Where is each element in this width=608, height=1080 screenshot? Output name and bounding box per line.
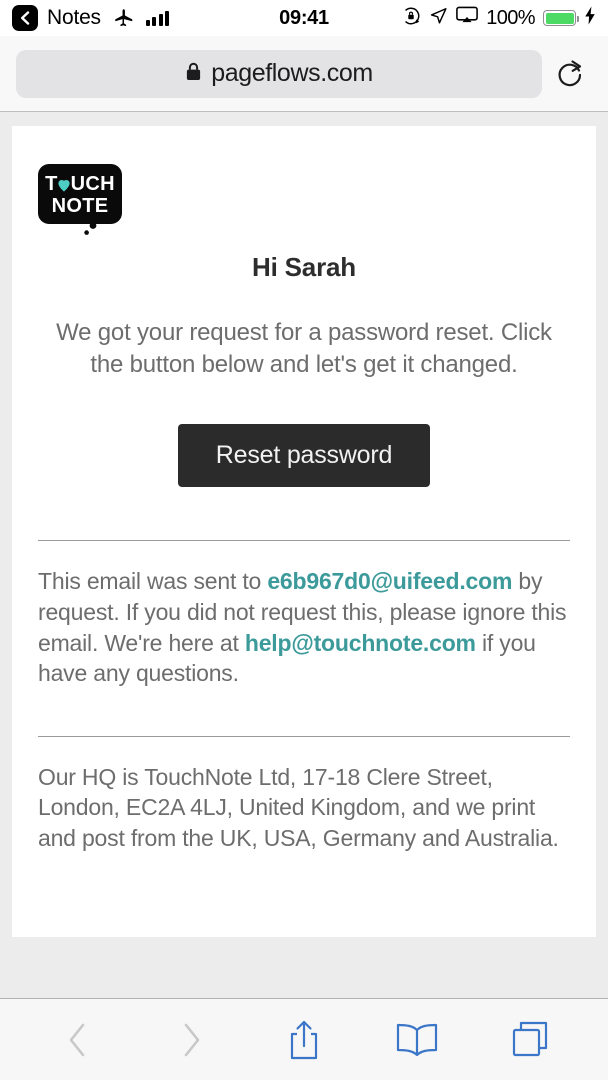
cellular-signal-icon (145, 10, 170, 26)
touchnote-logo: T UCH NOTE (38, 164, 122, 235)
notice-paragraph: This email was sent to e6b967d0@uifeed.c… (38, 566, 570, 688)
notice-text-1: This email was sent to (38, 568, 268, 595)
reload-icon[interactable] (548, 58, 592, 90)
logo-bubble: T UCH NOTE (38, 164, 122, 224)
logo-letter-t: T (45, 173, 58, 195)
address-paragraph: Our HQ is TouchNote Ltd, 17-18 Clere Str… (38, 763, 559, 851)
back-button[interactable] (22, 999, 135, 1080)
divider-bottom (38, 735, 570, 737)
divider-top (38, 540, 570, 542)
battery-percent: 100% (486, 6, 535, 29)
forward-button[interactable] (135, 999, 248, 1080)
rotation-lock-icon (401, 6, 421, 31)
web-page-viewport: T UCH NOTE Hi Sarah We got your request … (0, 112, 608, 998)
lightning-bolt-icon (584, 6, 596, 30)
email-card: T UCH NOTE Hi Sarah We got your request … (12, 126, 596, 937)
lead-paragraph: We got your request for a password reset… (56, 319, 552, 378)
logo-line-2: NOTE (51, 195, 109, 217)
status-bar-left: Notes (12, 5, 170, 31)
bookmarks-button[interactable] (360, 999, 473, 1080)
logo-line-1: T UCH (45, 174, 115, 194)
status-bar: Notes 09:41 100% (0, 0, 608, 36)
browser-bottom-toolbar (0, 998, 608, 1080)
heart-icon (58, 179, 70, 192)
lock-icon (185, 61, 202, 87)
back-chevron-icon[interactable] (12, 5, 38, 31)
logo-bubble-dots (84, 222, 112, 243)
address-bar[interactable]: pageflows.com (16, 49, 542, 98)
airplane-mode-icon (113, 7, 135, 29)
support-email-link[interactable]: help@touchnote.com (245, 630, 476, 656)
cta-container: Reset password (38, 424, 570, 488)
tabs-button[interactable] (473, 999, 586, 1080)
logo-letters-uch: UCH (70, 173, 115, 195)
back-app-label[interactable]: Notes (47, 6, 101, 30)
location-arrow-icon (429, 6, 448, 30)
browser-toolbar: pageflows.com (0, 36, 608, 112)
share-button[interactable] (248, 999, 361, 1080)
status-bar-right: 100% (401, 6, 596, 31)
screen-mirroring-icon (456, 6, 479, 30)
page-title: Hi Sarah (252, 252, 356, 282)
address-bar-url: pageflows.com (211, 59, 373, 87)
battery-full-icon (543, 10, 580, 26)
reset-password-button[interactable]: Reset password (177, 424, 431, 488)
recipient-email-link[interactable]: e6b967d0@uifeed.com (267, 568, 512, 594)
